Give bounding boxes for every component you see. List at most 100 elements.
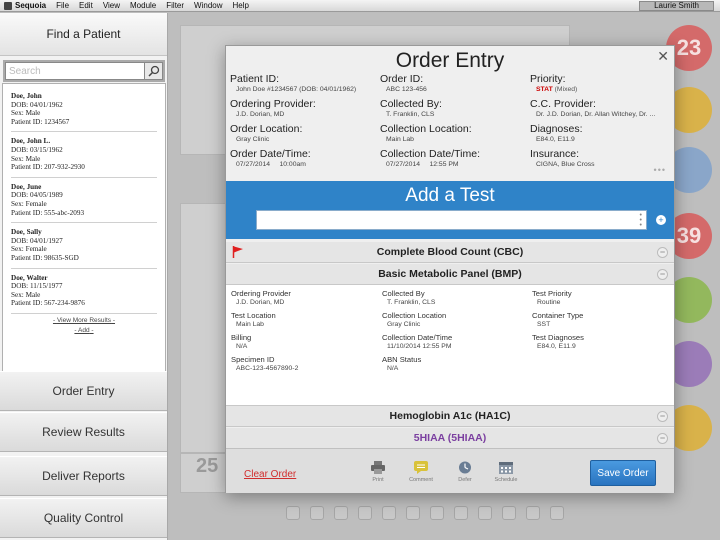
print-button[interactable]: Print [361, 461, 395, 483]
patient-id: Patient ID: 567-234-9876 [11, 299, 85, 308]
user-menu[interactable]: Laurie Smith [639, 1, 714, 11]
test-row-bmp[interactable]: Basic Metabolic Panel (BMP) − [226, 264, 674, 285]
calendar-icon [499, 462, 513, 474]
remove-icon[interactable]: − [657, 433, 668, 444]
detail-billing: Billing N/A [231, 333, 252, 350]
test-name: 5HIAA (5HIAA) [413, 432, 487, 444]
menu-filter[interactable]: Filter [166, 1, 184, 10]
patient-item[interactable]: Doe, John L. DOB: 03/15/1962 Sex: Male P… [11, 135, 157, 178]
test-row-cbc[interactable]: Complete Blood Count (CBC) − [226, 242, 674, 263]
find-patient-title: Find a Patient [0, 13, 167, 56]
save-order-button[interactable]: Save Order [590, 460, 656, 486]
field-insurance: Insurance: CIGNA, Blue Cross [530, 148, 595, 169]
patient-sex: Sex: Male [11, 154, 41, 163]
close-button[interactable]: ✕ [657, 48, 669, 65]
test-name: Complete Blood Count (CBC) [376, 246, 524, 258]
search-input[interactable] [5, 62, 145, 80]
field-ordering-provider: Ordering Provider: J.D. Dorian, MD [230, 98, 316, 119]
schedule-button[interactable]: Schedule [489, 461, 523, 483]
field-collection-location: Collection Location: Main Lab [380, 123, 472, 144]
comment-icon [414, 461, 428, 474]
bg-toolbar [286, 506, 564, 520]
menu-window[interactable]: Window [194, 1, 222, 10]
detail-container-type: Container Type SST [532, 311, 584, 328]
field-diagnoses: Diagnoses: E84.0, E11.9 [530, 123, 583, 144]
nav-deliver-reports[interactable]: Deliver Reports [0, 456, 167, 496]
modal-title: Order Entry [395, 49, 505, 72]
detail-ordering-provider: Ordering Provider J.D. Dorian, MD [231, 289, 291, 306]
patient-sex: Sex: Male [11, 290, 41, 299]
test-name: Hemoglobin A1c (HA1C) [389, 410, 511, 422]
defer-button[interactable]: Defer [448, 461, 482, 483]
add-test-title: Add a Test [405, 185, 495, 206]
patient-item[interactable]: Doe, Sally DOB: 04/01/1927 Sex: Female P… [11, 226, 157, 269]
test-detail-grid: Ordering Provider J.D. Dorian, MD Collect… [231, 289, 672, 374]
add-test-input[interactable]: • • • [256, 210, 647, 230]
patient-dob: DOB: 04/01/1962 [11, 100, 63, 109]
detail-collection-location: Collection Location Gray Clinic [382, 311, 447, 328]
menu-module[interactable]: Module [130, 1, 156, 10]
patient-sex: Sex: Male [11, 109, 41, 118]
patient-dob: DOB: 04/01/1927 [11, 236, 63, 245]
field-order-location: Order Location: Gray Clinic [230, 123, 303, 144]
patient-id: Patient ID: 1234567 [11, 117, 70, 126]
view-more-results-link[interactable]: - View More Results - [11, 317, 157, 324]
menu-help[interactable]: Help [233, 1, 249, 10]
test-row-5hiaa[interactable]: 5HIAA (5HIAA) − [226, 428, 674, 449]
patient-sex: Sex: Female [11, 199, 47, 208]
detail-test-diagnoses: Test Diagnoses E84.0, E11.9 [532, 333, 584, 350]
add-patient-link[interactable]: - Add - [11, 327, 157, 334]
app-menu[interactable]: Sequoia [4, 1, 46, 10]
comment-button[interactable]: Comment [404, 461, 438, 483]
nav-order-entry[interactable]: Order Entry [0, 371, 167, 411]
patient-item[interactable]: Doe, Walter DOB: 11/15/1977 Sex: Male Pa… [11, 272, 157, 314]
nav-quality-control[interactable]: Quality Control [0, 498, 167, 538]
more-options-icon[interactable]: ••• [654, 165, 666, 175]
patient-name: Doe, Sally [11, 228, 42, 237]
patient-item[interactable]: Doe, June DOB: 04/05/1989 Sex: Female Pa… [11, 181, 157, 224]
detail-collected-by: Collected By T. Franklin, CLS [382, 289, 436, 306]
bg-tool-icon [310, 506, 324, 520]
add-test-panel: Add a Test • • • + [226, 181, 674, 239]
nav-review-results[interactable]: Review Results [0, 412, 167, 452]
field-order-id: Order ID: ABC 123-456 [380, 73, 427, 94]
patient-id: Patient ID: 555-abc-2093 [11, 208, 85, 217]
patient-id: Patient ID: 98635-SGD [11, 253, 79, 262]
menu-view[interactable]: View [103, 1, 120, 10]
sidebar: Find a Patient Doe, John DOB: 04/01/1962… [0, 13, 168, 540]
field-order-datetime: Order Date/Time: 07/27/2014 10:00am [230, 148, 311, 169]
test-detail-panel: Ordering Provider J.D. Dorian, MD Collect… [226, 285, 674, 406]
clear-order-link[interactable]: Clear Order [244, 469, 296, 480]
search-button[interactable] [145, 62, 163, 80]
patient-list: Doe, John DOB: 04/01/1962 Sex: Male Pati… [2, 83, 166, 379]
patient-dob: DOB: 11/15/1977 [11, 282, 63, 291]
patient-sex: Sex: Female [11, 245, 47, 254]
search-bar [3, 60, 165, 82]
print-icon [371, 461, 385, 474]
menu-file[interactable]: File [56, 1, 69, 10]
field-collected-by: Collected By: T. Franklin, CLS [380, 98, 442, 119]
modal-footer: Clear Order Print Comment Defer Schedule… [226, 448, 674, 493]
add-test-plus-icon[interactable]: + [656, 215, 666, 225]
drag-handle-icon: • • • [639, 212, 642, 229]
remove-icon[interactable]: − [657, 269, 668, 280]
order-entry-modal: ✕ Order Entry Patient ID: John Doe #12345… [225, 45, 675, 493]
detail-abn-status: ABN Status N/A [382, 355, 422, 372]
bg-count: 25 [196, 455, 219, 477]
field-patient-id: Patient ID: John Doe #1234567 (DOB: 04/01… [230, 73, 357, 94]
clock-icon [459, 461, 471, 474]
bg-tool-icon [430, 506, 444, 520]
detail-collection-datetime: Collection Date/Time 11/10/2014 12:55 PM [382, 333, 453, 350]
bg-tool-icon [286, 506, 300, 520]
patient-item[interactable]: Doe, John DOB: 04/01/1962 Sex: Male Pati… [11, 90, 157, 133]
remove-icon[interactable]: − [657, 247, 668, 258]
remove-icon[interactable]: − [657, 411, 668, 422]
detail-specimen-id: Specimen ID ABC-123-4567890-2 [231, 355, 299, 372]
menu-edit[interactable]: Edit [79, 1, 93, 10]
test-name: Basic Metabolic Panel (BMP) [378, 268, 522, 280]
flag-icon [232, 245, 244, 262]
priority-value[interactable]: STAT (Mixed) [530, 85, 670, 94]
search-icon [147, 65, 159, 77]
patient-dob: DOB: 04/05/1989 [11, 191, 63, 200]
test-row-ha1c[interactable]: Hemoglobin A1c (HA1C) − [226, 406, 674, 427]
